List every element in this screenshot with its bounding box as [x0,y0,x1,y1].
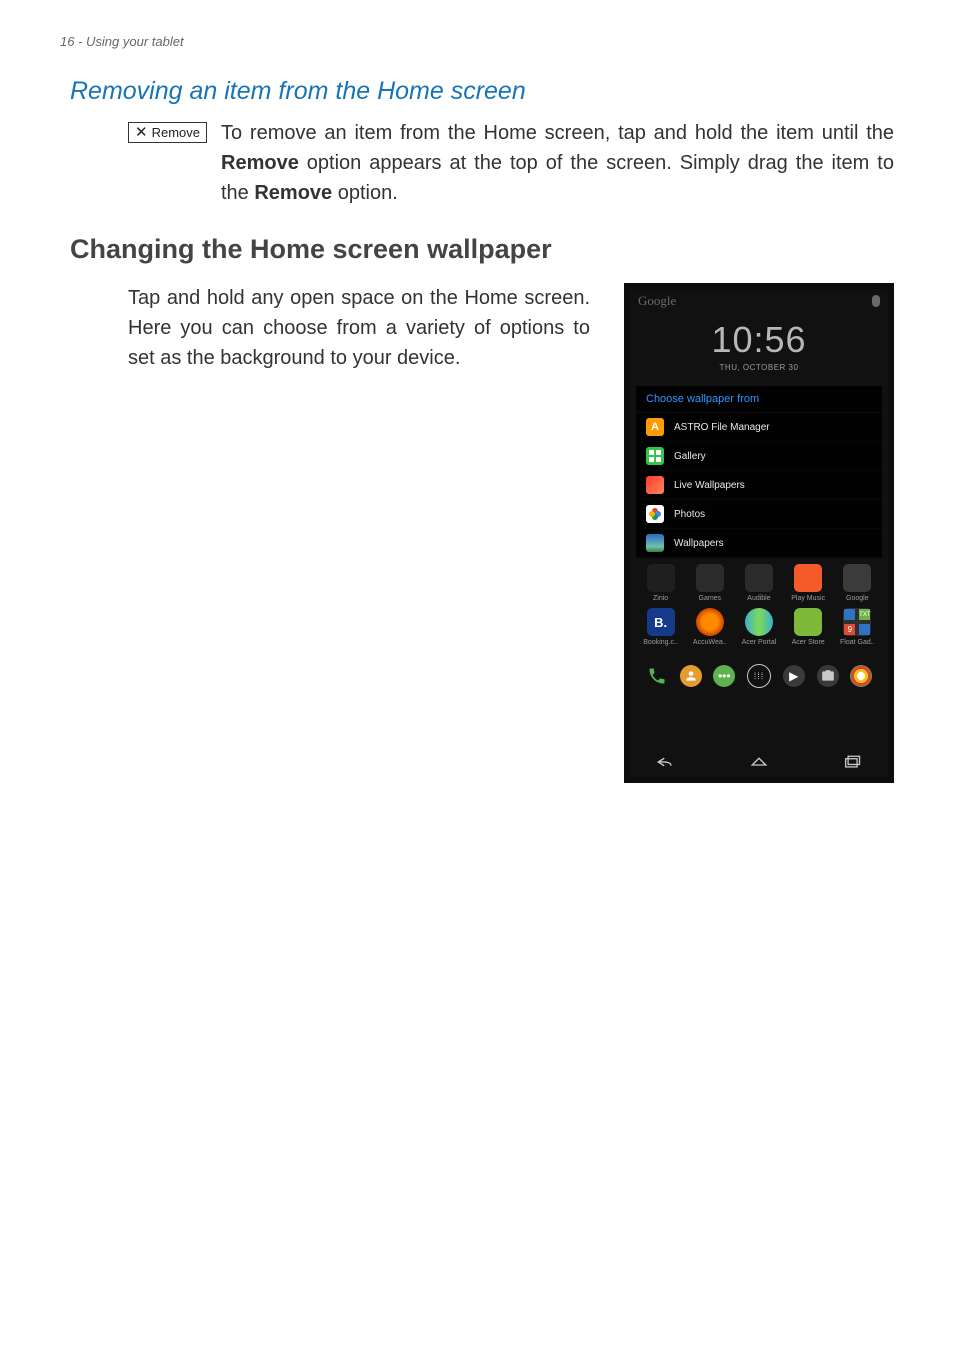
remove-badge-label: Remove [152,126,200,139]
camera-icon[interactable] [817,665,839,687]
app-drawer-icon[interactable]: ⁞⁞⁞ [747,664,771,688]
device-screenshot: Google 10:56 THU, OCTOBER 30 Choose wall… [624,283,894,783]
gallery-icon [646,447,664,465]
clock-date: THU, OCTOBER 30 [630,363,888,372]
wallpaper-option-live[interactable]: Live Wallpapers [636,471,882,500]
remove-badge: ✕ Remove [128,122,207,143]
app-acer-portal[interactable]: Acer Portal [737,608,781,646]
chrome-icon[interactable] [850,665,872,687]
header-section: Using your tablet [86,34,184,49]
wallpaper-option-wallpapers[interactable]: Wallpapers [636,529,882,558]
astro-icon: A [646,418,664,436]
heading-changing-wallpaper: Changing the Home screen wallpaper [70,234,894,265]
app-float-gadget[interactable]: TXT 9 Float Gad.. [835,608,879,646]
wallpaper-section: Tap and hold any open space on the Home … [128,283,894,783]
app-booking[interactable]: B.Booking.c.. [639,608,683,646]
device-screen: Google 10:56 THU, OCTOBER 30 Choose wall… [630,289,888,777]
navigation-bar [630,747,888,777]
play-store-icon[interactable]: ▶ [783,665,805,687]
nav-back-icon[interactable] [656,755,674,769]
clock-time: 10:56 [630,319,888,361]
app-google[interactable]: Google [835,564,879,602]
app-games[interactable]: Games [688,564,732,602]
close-icon: ✕ [135,125,148,140]
mic-icon[interactable] [872,295,880,307]
wallpaper-option-astro[interactable]: A ASTRO File Manager [636,413,882,442]
wallpaper-option-gallery[interactable]: Gallery [636,442,882,471]
page-header: 16 - Using your tablet [60,34,894,49]
wallpaper-dialog: Choose wallpaper from A ASTRO File Manag… [636,386,882,558]
document-page: 16 - Using your tablet Removing an item … [0,0,954,1352]
photos-pinwheel-icon [648,507,662,521]
nav-home-icon[interactable] [750,755,768,769]
live-wallpapers-icon [646,476,664,494]
messaging-icon[interactable]: ••• [713,665,735,687]
app-playmusic[interactable]: Play Music [786,564,830,602]
app-zinio[interactable]: Zinio [639,564,683,602]
remove-paragraph-row: ✕ Remove To remove an item from the Home… [128,118,894,208]
photos-icon [646,505,664,523]
subheading-removing-item: Removing an item from the Home screen [70,77,894,106]
contacts-icon[interactable] [680,665,702,687]
wallpaper-dialog-title: Choose wallpaper from [636,386,882,413]
gallery-grid-icon [649,450,661,462]
wallpapers-icon [646,534,664,552]
google-search-label[interactable]: Google [638,293,676,309]
nav-recent-icon[interactable] [844,755,862,769]
dock: ••• ⁞⁞⁞ ▶ [630,656,888,696]
app-row-1: Zinio Games Audible Play Music Google [630,564,888,602]
wallpaper-paragraph: Tap and hold any open space on the Home … [128,283,590,373]
clock-widget: 10:56 THU, OCTOBER 30 [630,319,888,372]
app-row-2: B.Booking.c.. AccuWea.. Acer Portal Acer… [630,608,888,646]
app-acer-store[interactable]: Acer Store [786,608,830,646]
wallpaper-option-photos[interactable]: Photos [636,500,882,529]
phone-icon[interactable] [646,665,668,687]
remove-paragraph: To remove an item from the Home screen, … [221,118,894,208]
app-audible[interactable]: Audible [737,564,781,602]
page-number: 16 [60,34,74,49]
status-bar: Google [630,289,888,315]
app-accuweather[interactable]: AccuWea.. [688,608,732,646]
